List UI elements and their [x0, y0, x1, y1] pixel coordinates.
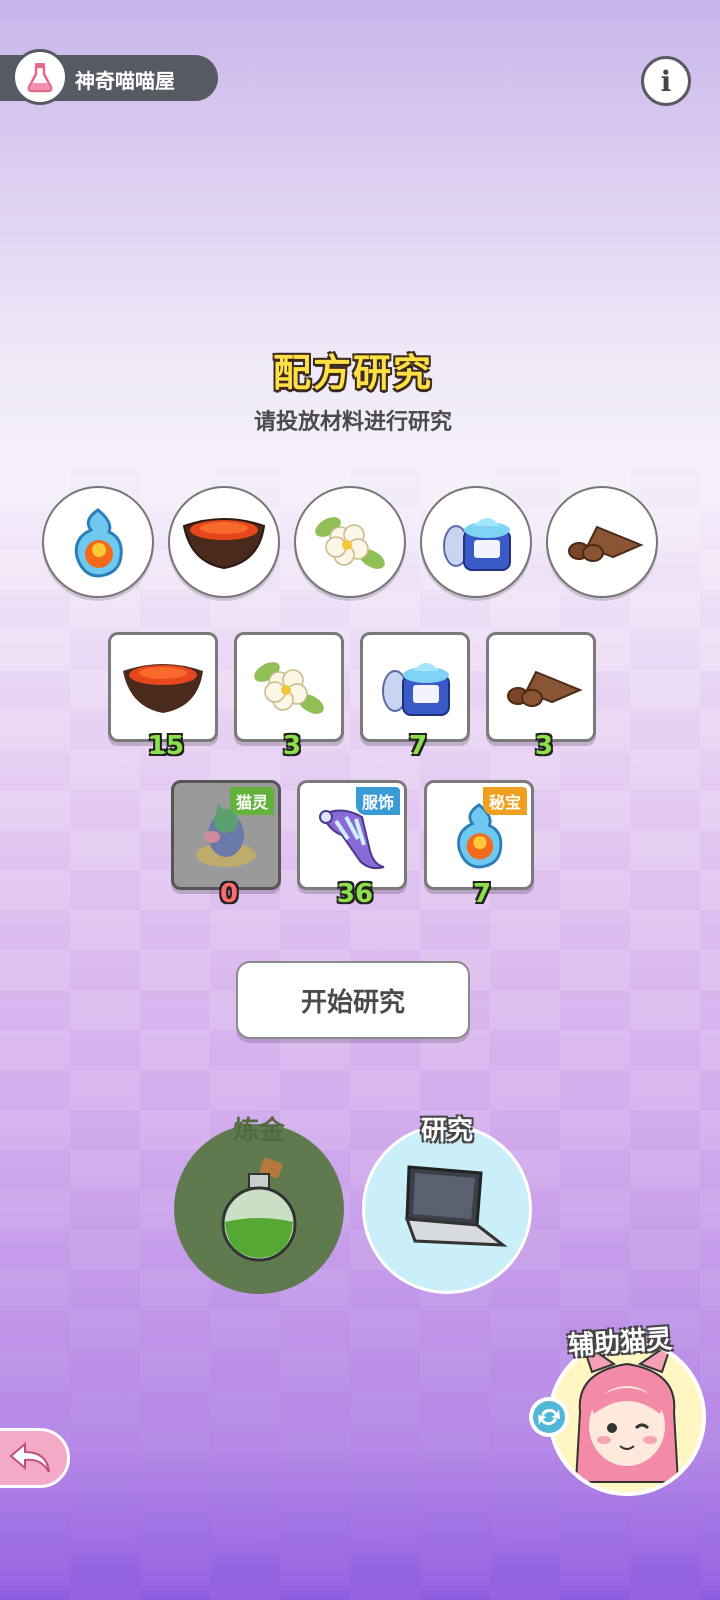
mode-alchemy-label: 炼金 [232, 1116, 285, 1146]
page-subtitle: 请投放材料进行研究 [253, 410, 452, 435]
blue-cream-jar-icon [382, 663, 450, 716]
laptop-icon [404, 1165, 508, 1247]
pink-cat-girl-avatar [574, 1342, 680, 1483]
shop-pill[interactable]: 神奇喵喵屋 [0, 49, 218, 105]
spirit-flame-icon [74, 508, 123, 578]
category-item-clothing[interactable]: 服饰 36 [297, 780, 407, 909]
shop-label: 神奇喵喵屋 [75, 69, 175, 93]
slot-5[interactable] [546, 486, 658, 598]
category-tag: 秘宝 [482, 787, 527, 815]
info-icon[interactable]: i [641, 56, 691, 106]
material-count: 7 [408, 731, 428, 761]
category-tag: 猫灵 [229, 787, 274, 815]
material-item-3[interactable]: 7 [360, 632, 470, 761]
white-flower-icon [254, 662, 324, 714]
slot-2[interactable] [168, 486, 280, 598]
chocolate-pieces-icon [507, 670, 583, 707]
swap-icon[interactable] [529, 1397, 569, 1437]
material-item-4[interactable]: 3 [486, 632, 596, 761]
red-powder-bowl-icon [182, 518, 266, 570]
category-count: 7 [472, 879, 492, 909]
red-powder-bowl-icon [123, 664, 203, 713]
blue-cream-jar-icon [443, 518, 511, 571]
material-item-2[interactable]: 3 [234, 632, 344, 761]
material-count: 3 [534, 731, 554, 761]
helper-label: 辅助猫灵 [567, 1324, 674, 1362]
category-tag: 服饰 [355, 787, 400, 815]
slot-1[interactable] [42, 486, 154, 598]
material-count: 15 [147, 731, 185, 761]
category-count: 36 [336, 879, 374, 909]
material-item-1[interactable]: 15 [108, 632, 218, 761]
material-count: 3 [282, 731, 302, 761]
category-count: 0 [219, 879, 239, 909]
flask-icon [12, 49, 68, 105]
mode-alchemy-button[interactable] [174, 1124, 344, 1294]
chocolate-pieces-icon [568, 525, 644, 562]
mode-research-label: 研究 [420, 1116, 473, 1146]
back-arrow-icon [9, 1441, 50, 1473]
mode-research-button[interactable] [362, 1124, 532, 1294]
white-flower-icon [315, 517, 385, 569]
slot-3[interactable] [294, 486, 406, 598]
category-item-cat-spirit[interactable]: 猫灵 0 [171, 780, 281, 909]
start-research-button[interactable]: 开始研究 [236, 961, 470, 1039]
page-title: 配方研究 [272, 351, 433, 395]
back-button[interactable] [0, 1428, 70, 1488]
slot-4[interactable] [420, 486, 532, 598]
category-item-treasure[interactable]: 秘宝 7 [424, 780, 534, 909]
potion-bottle-icon [221, 1157, 297, 1262]
